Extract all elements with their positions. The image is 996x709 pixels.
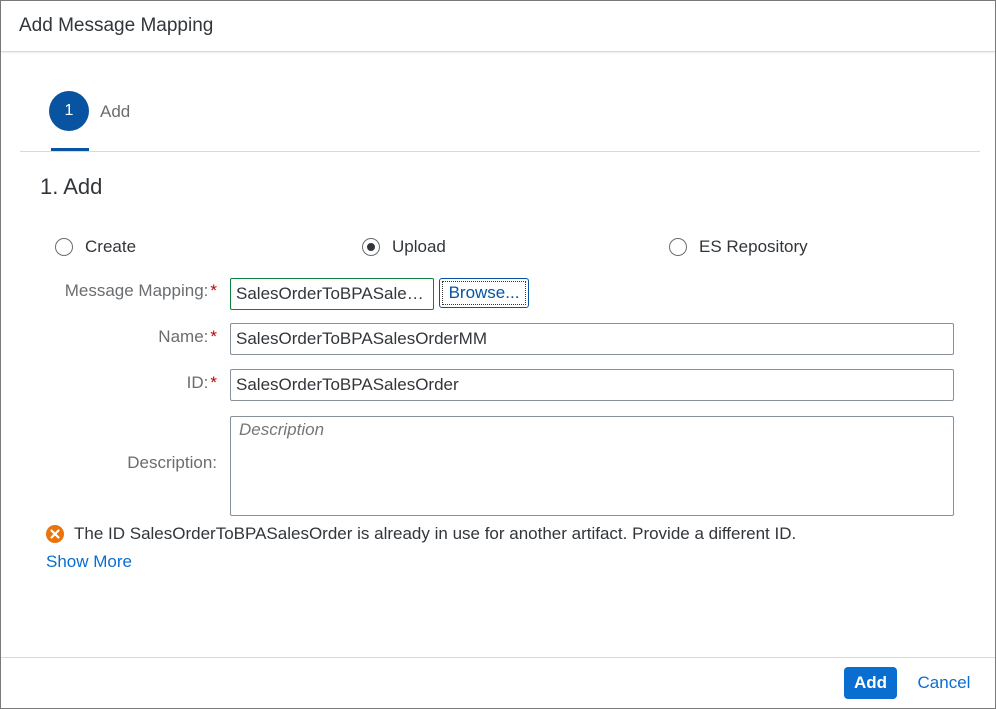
radio-create[interactable]: Create	[55, 236, 136, 258]
message-mapping-label-text: Message Mapping:	[64, 281, 209, 300]
error-message: The ID SalesOrderToBPASalesOrder is alre…	[46, 524, 796, 544]
id-label: ID: *	[187, 373, 217, 393]
radio-circle-es-repository[interactable]	[669, 238, 687, 256]
radio-upload[interactable]: Upload	[362, 236, 446, 258]
radio-es-repository[interactable]: ES Repository	[669, 236, 808, 258]
add-message-mapping-dialog: Add Message Mapping 1 Add 1. Add Create …	[0, 0, 996, 709]
wizard-progress-bar: 1 Add	[20, 53, 980, 152]
message-mapping-label: Message Mapping: *	[65, 281, 217, 301]
dialog-title: Add Message Mapping	[19, 15, 214, 36]
wizard-step-1-indicator[interactable]: 1	[49, 91, 89, 131]
dialog-header: Add Message Mapping	[1, 1, 995, 52]
wizard-step-1-label: Add	[100, 102, 131, 121]
radio-label-upload: Upload	[392, 237, 446, 256]
add-button[interactable]: Add	[844, 667, 897, 699]
error-circle-icon	[46, 525, 64, 543]
browse-button[interactable]: Browse...	[439, 278, 529, 308]
name-input[interactable]: SalesOrderToBPASalesOrderMM	[230, 323, 954, 355]
error-text: The ID SalesOrderToBPASalesOrder is alre…	[74, 524, 797, 543]
radio-circle-create[interactable]	[55, 238, 73, 256]
id-label-text: ID:	[186, 373, 209, 392]
section-title: 1. Add	[40, 174, 103, 199]
radio-label-create: Create	[85, 237, 137, 256]
wizard-step-active-underline	[51, 148, 89, 151]
description-textarea[interactable]: Description	[230, 416, 954, 516]
name-label: Name: *	[158, 327, 217, 347]
required-marker: *	[210, 373, 217, 392]
radio-label-es-repository: ES Repository	[699, 237, 808, 256]
required-marker: *	[210, 327, 217, 346]
id-input[interactable]: SalesOrderToBPASalesOrder	[230, 369, 954, 401]
cancel-button[interactable]: Cancel	[909, 667, 979, 699]
radio-circle-upload[interactable]	[362, 238, 380, 256]
required-marker: *	[210, 281, 217, 300]
dialog-footer: Add Cancel	[1, 657, 995, 708]
show-more-link[interactable]: Show More	[46, 552, 132, 572]
description-placeholder: Description	[239, 420, 325, 439]
message-mapping-file-input[interactable]: SalesOrderToBPASales...	[230, 278, 434, 310]
name-label-text: Name:	[158, 327, 209, 346]
description-label: Description:	[127, 453, 217, 472]
